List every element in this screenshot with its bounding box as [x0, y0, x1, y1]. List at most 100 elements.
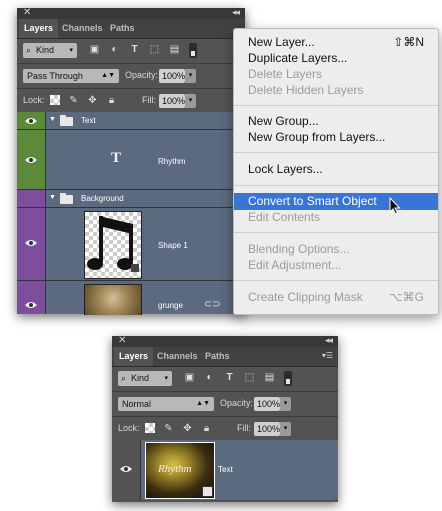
layer-name: Text [81, 116, 96, 125]
filter-kind-label: Kind [36, 45, 55, 55]
blend-row: Normal ▲▼ Opacity: 100% ▾ [112, 392, 338, 416]
chevron-down-icon: ▾ [69, 47, 73, 54]
panel-titlebar: ✕ ◂◂ [17, 7, 245, 19]
adjustment-filter-icon[interactable]: ◐ [109, 44, 120, 55]
blend-mode-select[interactable]: Normal ▲▼ [118, 397, 214, 411]
menu-item-convert-to-smart-object[interactable]: Convert to Smart Object [234, 193, 438, 210]
pixel-filter-icon[interactable]: ▣ [89, 44, 100, 55]
music-note-icon [87, 216, 139, 272]
adjustment-filter-icon[interactable]: ◐ [204, 372, 215, 383]
layer-filter-bar: ⌕ Kind ▾ ▣ ◐ T ⬚ ▤ [112, 367, 338, 391]
chevron-updown-icon: ▲▼ [196, 400, 210, 407]
menu-item-create-clipping-mask: Create Clipping Mask ⌥⌘G [248, 290, 424, 304]
close-icon[interactable]: ✕ [23, 7, 31, 18]
collapse-icon[interactable]: ◂◂ [232, 7, 240, 18]
fill-label: Fill: [142, 95, 156, 105]
opacity-dropdown-icon[interactable]: ▾ [185, 69, 196, 83]
layer-row-text-smart-object[interactable]: Rhythm Text [112, 440, 338, 500]
tab-channels[interactable]: Channels [152, 347, 203, 366]
type-filter-icon[interactable]: T [129, 44, 140, 55]
layer-color-label [17, 112, 46, 129]
blend-mode-value: Pass Through [27, 71, 83, 81]
fill-dropdown-icon[interactable]: ▾ [280, 422, 291, 436]
layer-row-background-group[interactable]: ▼ Background [17, 190, 245, 208]
menu-item-new-group[interactable]: New Group... [234, 113, 438, 130]
menu-item-duplicate-layers[interactable]: Duplicate Layers... [234, 50, 438, 67]
lock-all-icon[interactable]: 🔒︎ [201, 423, 212, 434]
panel-tabs: Layers Channels Paths ▾☰ [112, 347, 338, 367]
menu-item-new-group-from-layers[interactable]: New Group from Layers... [234, 129, 438, 146]
tab-paths[interactable]: Paths [200, 347, 235, 366]
fill-input[interactable]: 100% [159, 94, 185, 108]
tab-channels[interactable]: Channels [57, 19, 108, 38]
fill-label: Fill: [237, 423, 251, 433]
filter-kind-select[interactable]: ⌕ Kind ▾ [23, 43, 77, 58]
smart-object-badge-icon [202, 486, 213, 497]
opacity-input[interactable]: 100% [254, 397, 280, 411]
menu-item-new-layer[interactable]: New Layer... ⇧⌘N [234, 34, 438, 51]
filter-toggle-switch[interactable] [189, 43, 197, 58]
blend-mode-select[interactable]: Pass Through ▲▼ [23, 69, 119, 83]
shortcut-label: ⇧⌘N [393, 35, 424, 49]
shape-filter-icon[interactable]: ⬚ [244, 372, 255, 383]
layers-context-menu: New Layer... ⇧⌘N Duplicate Layers... Dele… [233, 28, 439, 315]
eye-icon[interactable] [25, 239, 37, 247]
filter-kind-select[interactable]: ⌕ Kind ▾ [118, 371, 172, 386]
tab-paths[interactable]: Paths [105, 19, 140, 38]
lock-position-icon[interactable]: ✥ [87, 95, 98, 106]
lock-position-icon[interactable]: ✥ [182, 423, 193, 434]
shortcut-label: ⌥⌘G [388, 290, 424, 304]
layer-row-text-group[interactable]: ▼ Text [17, 112, 245, 130]
blend-mode-value: Normal [122, 399, 152, 409]
layer-color-label [17, 130, 46, 189]
lock-all-icon[interactable]: 🔒︎ [106, 95, 117, 106]
tab-layers[interactable]: Layers [19, 19, 59, 38]
visibility-column [112, 440, 141, 500]
folder-icon [60, 115, 73, 126]
shape-filter-icon[interactable]: ⬚ [149, 44, 160, 55]
layer-color-label [17, 208, 46, 280]
close-icon[interactable]: ✕ [118, 335, 126, 346]
eye-icon[interactable] [120, 465, 132, 473]
opacity-label: Opacity: [220, 398, 254, 408]
layer-thumbnail [84, 284, 142, 315]
layer-filter-bar: ⌕ Kind ▾ ▣ ◐ T ⬚ ▤ [17, 39, 245, 63]
expand-triangle-icon[interactable]: ▼ [49, 194, 56, 201]
pixel-filter-icon[interactable]: ▣ [184, 372, 195, 383]
eye-icon[interactable] [25, 117, 37, 125]
opacity-input[interactable]: 100% [159, 69, 185, 83]
opacity-dropdown-icon[interactable]: ▾ [280, 397, 291, 411]
panel-menu-icon[interactable]: ▾☰ [322, 351, 333, 360]
filter-kind-label: Kind [131, 373, 150, 383]
smart-object-filter-icon[interactable]: ▤ [264, 372, 275, 383]
opacity-label: Opacity: [125, 70, 159, 80]
fill-dropdown-icon[interactable]: ▾ [185, 94, 196, 108]
link-icon[interactable]: ⊂⊃ [204, 299, 221, 310]
collapse-icon[interactable]: ◂◂ [325, 335, 333, 346]
fill-input[interactable]: 100% [254, 422, 280, 436]
menu-item-delete-layers: Delete Layers [248, 67, 323, 81]
tab-layers[interactable]: Layers [114, 347, 154, 366]
lock-brush-icon[interactable]: ✎ [68, 95, 79, 106]
eye-icon[interactable] [25, 156, 37, 164]
layers-list: ▼ Text T Rhythm ▼ Background Shape 1 gru… [17, 112, 245, 315]
smart-object-filter-icon[interactable]: ▤ [169, 44, 180, 55]
layer-row-grunge[interactable]: grunge ⊂⊃ [17, 281, 245, 315]
type-filter-icon[interactable]: T [224, 372, 235, 383]
lock-transparent-icon[interactable] [145, 423, 155, 433]
eye-icon[interactable] [25, 301, 37, 309]
chevron-updown-icon: ▲▼ [101, 72, 115, 79]
layer-color-label [17, 281, 46, 314]
lock-row: Lock: ✎ ✥ 🔒︎ Fill: 100% ▾ [17, 89, 245, 113]
expand-triangle-icon[interactable]: ▼ [49, 116, 56, 123]
layer-row-shape-1[interactable]: Shape 1 [17, 208, 245, 281]
layer-row-rhythm[interactable]: T Rhythm [17, 130, 245, 190]
menu-item-lock-layers[interactable]: Lock Layers... [234, 161, 438, 178]
menu-separator [234, 232, 438, 233]
filter-toggle-switch[interactable] [284, 371, 292, 386]
search-icon: ⌕ [26, 45, 32, 55]
type-layer-icon: T [111, 150, 122, 166]
menu-item-edit-contents: Edit Contents [248, 210, 321, 224]
lock-brush-icon[interactable]: ✎ [163, 423, 174, 434]
lock-transparent-icon[interactable] [50, 95, 60, 105]
